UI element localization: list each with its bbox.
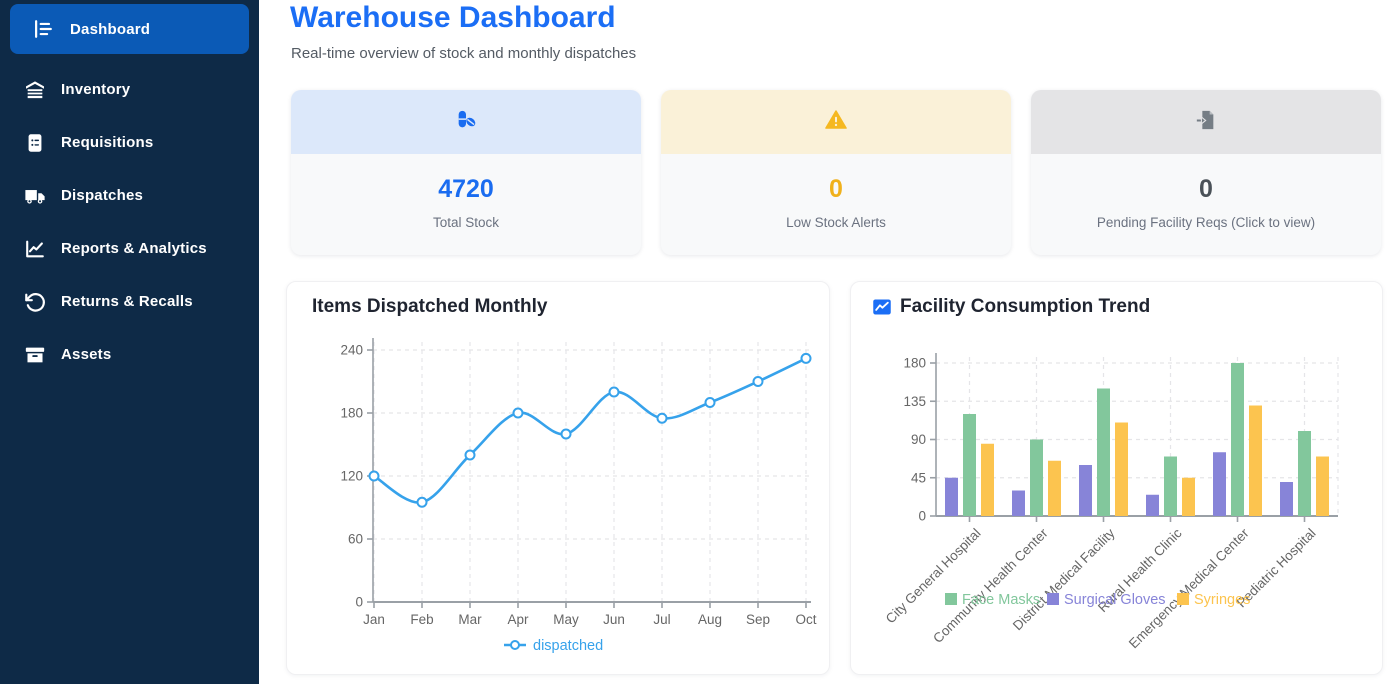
svg-text:90: 90 xyxy=(911,432,926,447)
line-chart: 0 60 120 180 240 Jan Feb Mar Apr May Jun Jul Aug Sep O… xyxy=(287,282,831,676)
file-import-icon xyxy=(1195,109,1217,136)
sidebar-item-inventory[interactable]: Inventory xyxy=(0,63,259,116)
svg-text:Emergency Medical Center: Emergency Medical Center xyxy=(1126,525,1252,651)
stat-card-body: 0 Pending Facility Reqs (Click to view) xyxy=(1031,154,1381,230)
stat-label: Total Stock xyxy=(433,215,499,230)
bar-chart-legend-item[interactable]: Syringes xyxy=(1177,592,1250,608)
sidebar-item-requisitions[interactable]: Requisitions xyxy=(0,116,259,169)
archive-box-icon xyxy=(24,344,46,366)
stat-card-low-stock: 0 Low Stock Alerts xyxy=(661,90,1011,255)
sidebar-item-label: Dispatches xyxy=(61,187,143,204)
stat-card-body: 0 Low Stock Alerts xyxy=(661,154,1011,230)
page-subtitle: Real-time overview of stock and monthly … xyxy=(291,45,636,62)
svg-text:0: 0 xyxy=(918,509,926,524)
sidebar: Dashboard Inventory xyxy=(0,0,259,684)
svg-text:0: 0 xyxy=(355,595,363,610)
pills-icon xyxy=(455,109,477,136)
truck-icon xyxy=(24,185,46,207)
stat-card-total-stock: 4720 Total Stock xyxy=(291,90,641,255)
svg-text:135: 135 xyxy=(903,394,926,409)
stat-card-header xyxy=(661,90,1011,154)
sidebar-item-label: Dashboard xyxy=(70,21,150,38)
svg-text:Apr: Apr xyxy=(507,612,529,627)
warning-icon xyxy=(825,109,847,136)
stat-card-pending-reqs[interactable]: 0 Pending Facility Reqs (Click to view) xyxy=(1031,90,1381,255)
svg-text:Oct: Oct xyxy=(795,612,816,627)
svg-text:Aug: Aug xyxy=(698,612,722,627)
clipboard-icon xyxy=(24,132,46,154)
stat-label: Pending Facility Reqs (Click to view) xyxy=(1097,215,1315,230)
svg-text:120: 120 xyxy=(340,469,363,484)
sidebar-item-returns[interactable]: Returns & Recalls xyxy=(0,275,259,328)
svg-text:Jun: Jun xyxy=(603,612,625,627)
svg-text:45: 45 xyxy=(911,470,926,485)
svg-text:Syringes: Syringes xyxy=(1194,592,1250,608)
stat-card-header xyxy=(291,90,641,154)
sidebar-item-label: Reports & Analytics xyxy=(61,240,207,257)
sidebar-item-assets[interactable]: Assets xyxy=(0,328,259,381)
rotate-ccw-icon xyxy=(24,291,46,313)
sidebar-nav: Inventory Requisitions xyxy=(0,63,259,381)
stat-label: Low Stock Alerts xyxy=(786,215,886,230)
stat-card-body: 4720 Total Stock xyxy=(291,154,641,230)
bar-chart: 04590135180City General HospitalCommunit… xyxy=(851,282,1384,676)
line-chart-legend[interactable]: dispatched xyxy=(504,638,603,654)
svg-text:60: 60 xyxy=(348,532,363,547)
stats-row: 4720 Total Stock 0 Low Sto xyxy=(291,90,1381,255)
svg-text:Community Health Center: Community Health Center xyxy=(930,525,1051,646)
warehouse-icon xyxy=(24,79,46,101)
stat-card-header xyxy=(1031,90,1381,154)
sidebar-item-label: Inventory xyxy=(61,81,130,98)
sidebar-item-label: Assets xyxy=(61,346,111,363)
main-content: Warehouse Dashboard Real-time overview o… xyxy=(259,0,1396,684)
svg-text:180: 180 xyxy=(903,356,926,371)
sidebar-item-dashboard[interactable]: Dashboard xyxy=(10,4,249,54)
svg-text:Mar: Mar xyxy=(458,612,482,627)
sidebar-item-dispatches[interactable]: Dispatches xyxy=(0,169,259,222)
line-chart-card: Items Dispatched Monthly 060120180240Jan… xyxy=(286,281,830,675)
bar-chart-card: Facility Consumption Trend 04590135180Ci… xyxy=(850,281,1383,675)
svg-text:180: 180 xyxy=(340,406,363,421)
chart-line-icon xyxy=(24,238,46,260)
svg-text:Jan: Jan xyxy=(363,612,385,627)
stat-value: 4720 xyxy=(438,175,494,204)
sidebar-item-label: Returns & Recalls xyxy=(61,293,193,310)
svg-text:Sep: Sep xyxy=(746,612,770,627)
svg-text:Jul: Jul xyxy=(653,612,670,627)
dashboard-icon xyxy=(32,18,54,40)
stat-value: 0 xyxy=(829,175,843,204)
svg-text:May: May xyxy=(553,612,579,627)
stat-value: 0 xyxy=(1199,175,1213,204)
svg-text:Face Masks: Face Masks xyxy=(962,592,1040,608)
page-title: Warehouse Dashboard xyxy=(290,1,616,35)
svg-text:240: 240 xyxy=(340,343,363,358)
sidebar-item-reports[interactable]: Reports & Analytics xyxy=(0,222,259,275)
svg-text:Surgical Gloves: Surgical Gloves xyxy=(1064,592,1166,608)
bar-chart-legend-item[interactable]: Surgical Gloves xyxy=(1047,592,1166,608)
svg-text:dispatched: dispatched xyxy=(533,638,603,654)
svg-text:Feb: Feb xyxy=(410,612,433,627)
sidebar-item-label: Requisitions xyxy=(61,134,153,151)
